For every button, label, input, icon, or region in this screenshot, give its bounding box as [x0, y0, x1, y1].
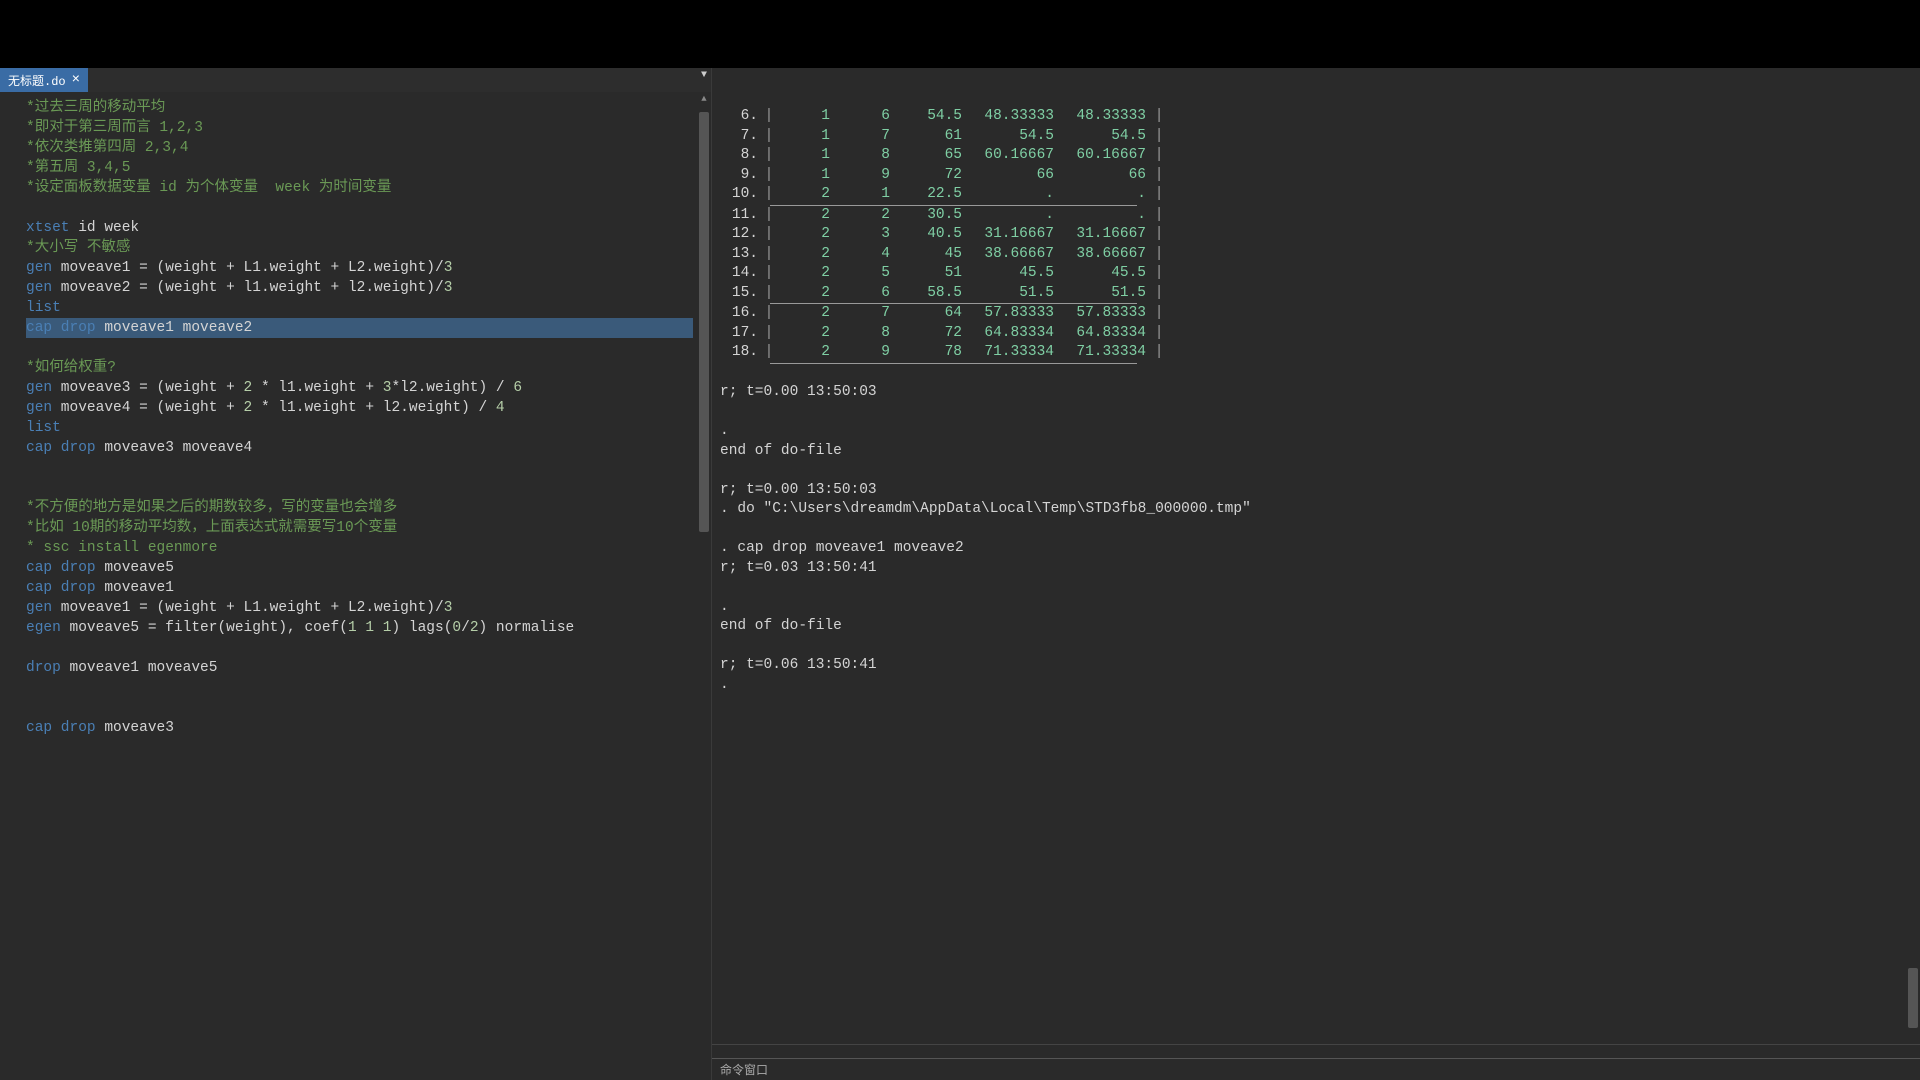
editor-scrollbar[interactable]: ▲: [697, 92, 711, 1080]
scroll-thumb[interactable]: [699, 112, 709, 532]
file-tab[interactable]: 无标题.do ×: [0, 68, 88, 92]
results-scroll-thumb[interactable]: [1908, 968, 1918, 1028]
editor-wrap: *过去三周的移动平均*即对于第三周而言 1,2,3*依次类推第四周 2,3,4*…: [0, 92, 711, 1080]
chevron-down-icon[interactable]: ▼: [701, 70, 707, 81]
results-scrollbar[interactable]: [1906, 68, 1920, 1044]
editor-gutter: [0, 92, 22, 1080]
close-icon[interactable]: ×: [72, 73, 80, 87]
scroll-up-icon[interactable]: ▲: [697, 92, 711, 106]
editor-pane: 无标题.do × ▼ *过去三周的移动平均*即对于第三周而言 1,2,3*依次类…: [0, 68, 712, 1080]
code-editor[interactable]: *过去三周的移动平均*即对于第三周而言 1,2,3*依次类推第四周 2,3,4*…: [22, 92, 697, 1080]
tab-label: 无标题.do: [8, 72, 66, 89]
command-label: 命令窗口: [720, 1064, 768, 1078]
results-pane: 6.|1654.548.3333348.33333 |7.|176154.554…: [712, 68, 1920, 1080]
results-window[interactable]: 6.|1654.548.3333348.33333 |7.|176154.554…: [712, 68, 1920, 1044]
command-window[interactable]: 命令窗口: [712, 1058, 1920, 1080]
workspace: 无标题.do × ▼ *过去三周的移动平均*即对于第三周而言 1,2,3*依次类…: [0, 68, 1920, 1080]
tab-bar: 无标题.do × ▼: [0, 68, 711, 92]
divider: [712, 1044, 1920, 1058]
